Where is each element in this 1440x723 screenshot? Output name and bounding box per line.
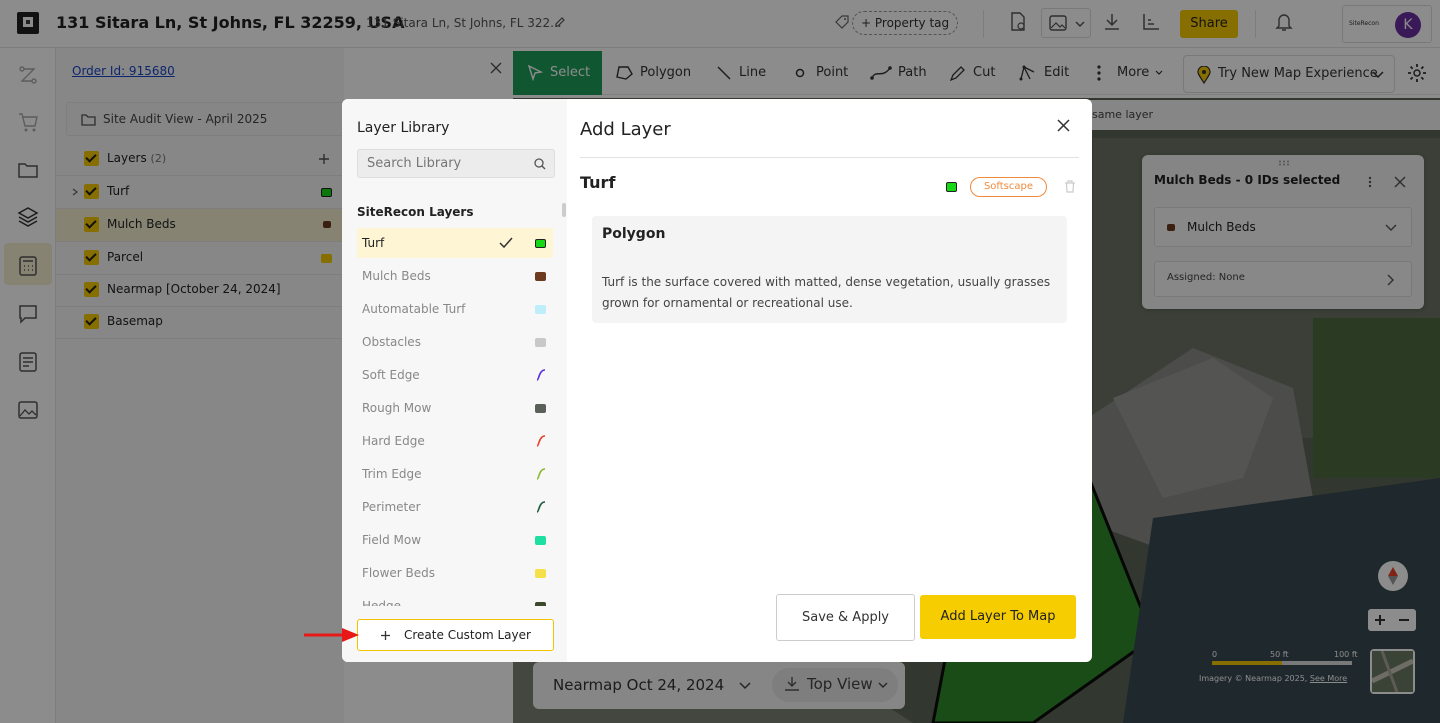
library-item-label: Field Mow bbox=[362, 533, 422, 547]
library-section-title: SiteRecon Layers bbox=[357, 205, 474, 219]
layer-library-sidebar: Layer Library SiteRecon Layers Turf Mulch… bbox=[342, 99, 567, 662]
library-item[interactable]: Rough Mow bbox=[357, 393, 553, 423]
library-item-label: Turf bbox=[362, 236, 385, 250]
library-item-label: Soft Edge bbox=[362, 368, 420, 382]
search-input[interactable] bbox=[367, 156, 527, 171]
line-swatch-icon bbox=[536, 435, 546, 447]
library-list: Turf Mulch Beds Automatable Turf Obstacles S… bbox=[357, 226, 553, 606]
library-item-label: Automatable Turf bbox=[362, 302, 466, 316]
checkmark-icon bbox=[499, 237, 513, 249]
plus-icon bbox=[381, 631, 390, 640]
library-item-swatch bbox=[535, 602, 546, 606]
line-swatch-icon bbox=[536, 501, 546, 513]
scrollbar-thumb[interactable] bbox=[562, 203, 566, 217]
library-item-label: Hard Edge bbox=[362, 434, 425, 448]
library-item[interactable]: Field Mow bbox=[357, 525, 553, 555]
annotation-arrow-icon bbox=[304, 627, 360, 643]
add-layer-to-map-button[interactable]: Add Layer To Map bbox=[920, 595, 1076, 639]
layer-detail-title: Turf bbox=[580, 173, 616, 192]
library-item-swatch bbox=[535, 305, 546, 314]
modal-title: Add Layer bbox=[580, 119, 671, 140]
library-item-label: Hedge bbox=[362, 599, 402, 606]
library-item-swatch bbox=[535, 404, 546, 413]
library-item[interactable]: Hard Edge bbox=[357, 426, 553, 456]
close-icon[interactable] bbox=[1057, 119, 1070, 132]
library-item-label: Perimeter bbox=[362, 500, 421, 514]
layer-description-box: Polygon Turf is the surface covered with… bbox=[592, 216, 1067, 323]
geometry-type: Polygon bbox=[602, 226, 666, 242]
library-item-label: Mulch Beds bbox=[362, 269, 431, 283]
library-item-swatch bbox=[535, 239, 546, 248]
library-item-label: Rough Mow bbox=[362, 401, 432, 415]
library-item-label: Obstacles bbox=[362, 335, 421, 349]
library-item-label: Flower Beds bbox=[362, 566, 436, 580]
library-item-swatch bbox=[535, 536, 546, 545]
create-custom-layer-button[interactable]: Create Custom Layer bbox=[357, 619, 554, 651]
search-icon[interactable] bbox=[534, 158, 546, 170]
library-item[interactable]: Mulch Beds bbox=[357, 261, 553, 291]
trash-icon[interactable] bbox=[1064, 180, 1076, 193]
layer-color-swatch bbox=[946, 182, 957, 192]
library-item[interactable]: Perimeter bbox=[357, 492, 553, 522]
add-layer-modal: Layer Library SiteRecon Layers Turf Mulch… bbox=[342, 99, 1092, 662]
library-item[interactable]: Automatable Turf bbox=[357, 294, 553, 324]
library-item-swatch bbox=[535, 338, 546, 347]
layer-library-title: Layer Library bbox=[357, 120, 450, 136]
layer-description: Turf is the surface covered with matted,… bbox=[602, 275, 1051, 310]
library-item-swatch bbox=[535, 272, 546, 281]
library-item[interactable]: Soft Edge bbox=[357, 360, 553, 390]
library-item[interactable]: Turf bbox=[357, 228, 553, 258]
library-search-box[interactable] bbox=[357, 149, 555, 178]
line-swatch-icon bbox=[536, 468, 546, 480]
library-item[interactable]: Trim Edge bbox=[357, 459, 553, 489]
category-badge: Softscape bbox=[970, 177, 1047, 197]
library-item[interactable]: Obstacles bbox=[357, 327, 553, 357]
library-item[interactable]: Flower Beds bbox=[357, 558, 553, 588]
save-and-apply-button[interactable]: Save & Apply bbox=[776, 594, 915, 641]
library-item[interactable]: Hedge bbox=[357, 591, 553, 606]
line-swatch-icon bbox=[536, 369, 546, 381]
library-item-label: Trim Edge bbox=[362, 467, 422, 481]
divider bbox=[580, 157, 1079, 158]
create-custom-layer-label: Create Custom Layer bbox=[404, 628, 531, 642]
library-item-swatch bbox=[535, 569, 546, 578]
